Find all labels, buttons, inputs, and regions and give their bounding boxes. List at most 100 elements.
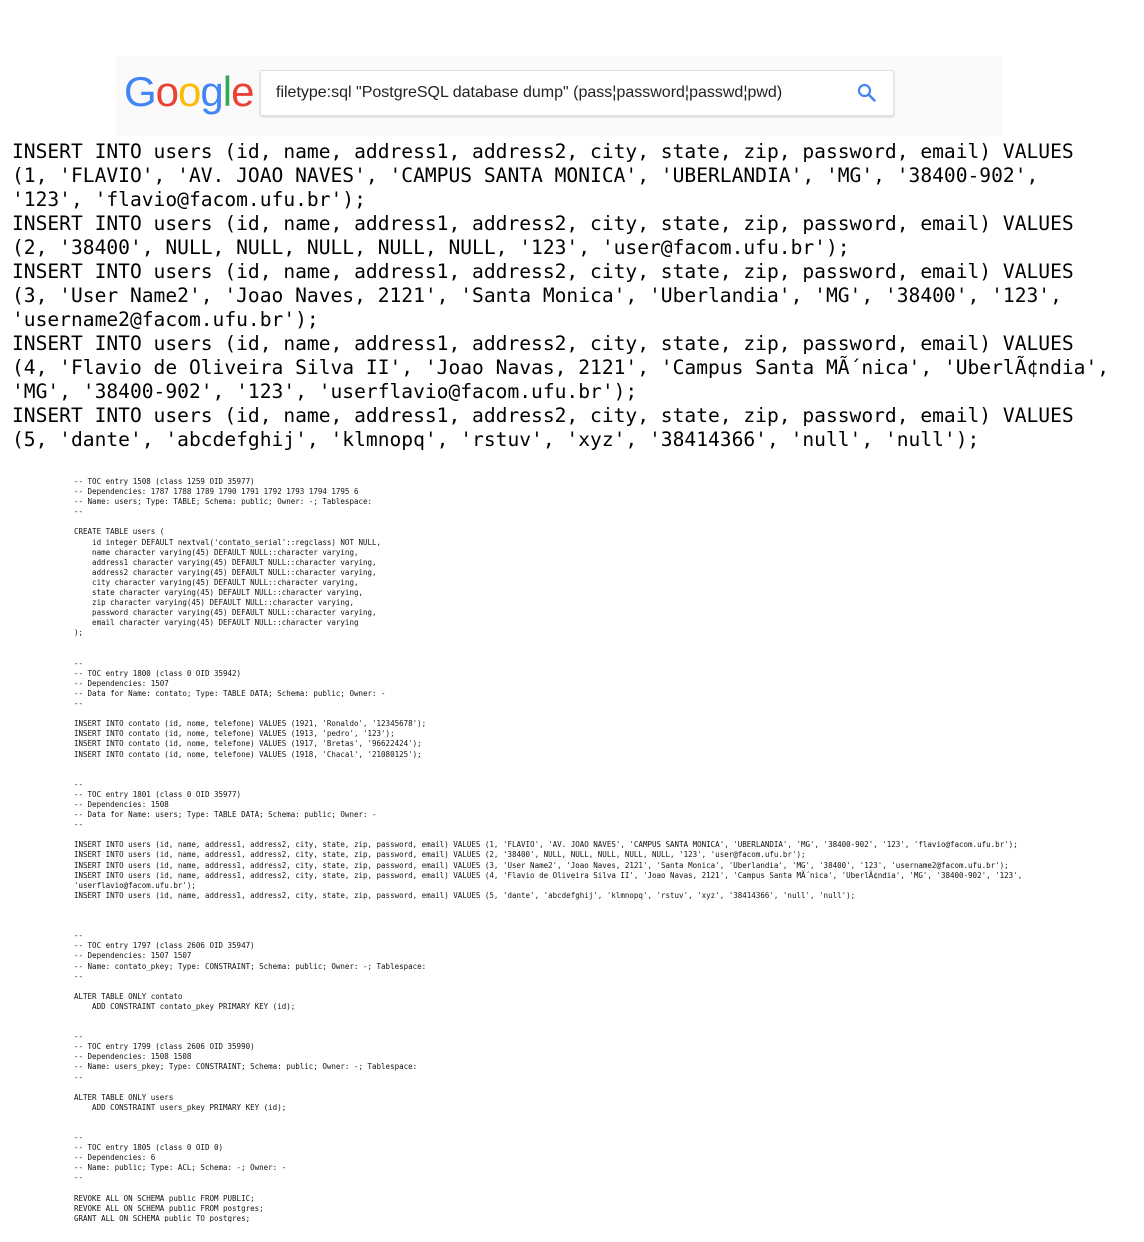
dump-line: INSERT INTO contato (id, nome, telefone)… xyxy=(74,749,422,759)
dump-line: ADD CONSTRAINT contato_pkey PRIMARY KEY … xyxy=(74,1001,296,1011)
dump-line: -- xyxy=(74,1173,84,1183)
dump-line: ALTER TABLE ONLY contato xyxy=(74,991,183,1001)
dump-line: GRANT ALL ON SCHEMA public TO postgres; xyxy=(74,1213,251,1222)
dump-line: -- TOC entry 1801 (class 0 OID 35977) xyxy=(74,789,242,799)
dump-line xyxy=(74,517,1022,527)
dump-line: name character varying(45) DEFAULT NULL:… xyxy=(74,547,359,557)
dump-line: -- Dependencies: 1507 1507 xyxy=(74,951,192,961)
dump-line: id integer DEFAULT nextval('contato_seri… xyxy=(74,537,382,547)
dump-line: -- Dependencies: 1787 1788 1789 1790 179… xyxy=(74,487,359,497)
dump-line xyxy=(74,649,1022,659)
dump-line: -- Dependencies: 1507 xyxy=(74,678,169,688)
dump-line: -- Dependencies: 1508 xyxy=(74,800,169,809)
dump-line: -- TOC entry 1508 (class 1259 OID 35977) xyxy=(74,477,255,486)
dump-line: -- Data for Name: users; Type: TABLE DAT… xyxy=(74,810,377,820)
dump-line: -- xyxy=(74,779,84,789)
dump-line: state character varying(45) DEFAULT NULL… xyxy=(74,588,363,598)
dump-line xyxy=(74,709,1022,719)
dump-line: -- Name: public; Type: ACL; Schema: -; O… xyxy=(74,1163,287,1173)
dump-line: REVOKE ALL ON SCHEMA public FROM postgre… xyxy=(74,1203,264,1213)
dump-line xyxy=(74,830,1022,840)
dump-line: zip character varying(45) DEFAULT NULL::… xyxy=(74,598,354,608)
logo-letter: l xyxy=(222,68,232,115)
dump-line xyxy=(74,901,1022,911)
logo-letter: e xyxy=(231,68,254,115)
logo-letter: G xyxy=(124,68,157,115)
logo-letter: o xyxy=(178,68,201,115)
dump-line: REVOKE ALL ON SCHEMA public FROM PUBLIC; xyxy=(74,1193,255,1203)
dump-line: -- xyxy=(74,1072,84,1082)
dump-line: -- xyxy=(74,699,84,709)
dump-line: ALTER TABLE ONLY users xyxy=(74,1092,174,1102)
dump-line: -- Data for Name: contato; Type: TABLE D… xyxy=(74,688,386,698)
sql-line: (1, 'FLAVIO', 'AV. JOAO NAVES', 'CAMPUS … xyxy=(12,164,1039,187)
sql-line: (4, 'Flavio de Oliveira Silva II', 'Joao… xyxy=(12,356,1110,379)
dump-line: -- xyxy=(74,971,84,981)
dump-line: -- Dependencies: 1508 1508 xyxy=(74,1052,192,1062)
dump-line: ADD CONSTRAINT users_pkey PRIMARY KEY (i… xyxy=(74,1102,287,1112)
dump-line: INSERT INTO users (id, name, address1, a… xyxy=(74,870,1023,880)
logo-letter: o xyxy=(155,68,179,115)
zoomed-sql-inserts: INSERT INTO users (id, name, address1, a… xyxy=(12,140,1109,452)
google-search-bar: Google filetype:sql "PostgreSQL database… xyxy=(116,56,1003,136)
sql-line: 'username2@facom.ufu.br'); xyxy=(12,308,319,331)
dump-line xyxy=(74,760,1022,770)
dump-line: address1 character varying(45) DEFAULT N… xyxy=(74,557,377,567)
dump-line: -- xyxy=(74,931,84,941)
dump-line: INSERT INTO users (id, name, address1, a… xyxy=(74,850,806,860)
dump-line xyxy=(74,982,1022,992)
logo-letter: g xyxy=(200,68,223,115)
dump-line: -- xyxy=(74,1032,84,1042)
dump-line: -- xyxy=(74,658,84,668)
dump-line xyxy=(74,639,1022,649)
dump-line: -- xyxy=(74,507,84,517)
dump-line xyxy=(74,911,1022,921)
dump-line: -- xyxy=(74,1133,84,1143)
dump-line: INSERT INTO users (id, name, address1, a… xyxy=(74,840,1018,850)
sql-line: '123', 'flavio@facom.ufu.br'); xyxy=(12,188,366,211)
dump-line: address2 character varying(45) DEFAULT N… xyxy=(74,567,377,577)
sql-line: 'MG', '38400-902', '123', 'userflavio@fa… xyxy=(12,380,638,403)
dump-line xyxy=(74,1113,1022,1123)
dump-line xyxy=(74,1012,1022,1022)
sql-line: (2, '38400', NULL, NULL, NULL, NULL, NUL… xyxy=(12,236,850,259)
dump-line: INSERT INTO contato (id, nome, telefone)… xyxy=(74,729,395,739)
dump-line: city character varying(45) DEFAULT NULL:… xyxy=(74,577,359,587)
dump-line xyxy=(74,1123,1022,1133)
sql-line: INSERT INTO users (id, name, address1, a… xyxy=(12,332,1074,355)
dump-line xyxy=(74,1184,1022,1194)
dump-line: email character varying(45) DEFAULT NULL… xyxy=(74,618,359,628)
sql-line: (3, 'User Name2', 'Joao Naves, 2121', 'S… xyxy=(12,284,1062,307)
sql-dump-listing: -- TOC entry 1508 (class 1259 OID 35977)… xyxy=(74,477,1022,1222)
dump-line: INSERT INTO users (id, name, address1, a… xyxy=(74,890,856,900)
sql-line: INSERT INTO users (id, name, address1, a… xyxy=(12,260,1074,283)
sql-line: (5, 'dante', 'abcdefghij', 'klmnopq', 'r… xyxy=(12,428,980,451)
dump-line: -- TOC entry 1799 (class 2606 OID 35990) xyxy=(74,1042,255,1052)
dump-line xyxy=(74,1022,1022,1032)
dump-line xyxy=(74,770,1022,780)
search-input[interactable]: filetype:sql "PostgreSQL database dump" … xyxy=(260,70,894,116)
sql-line: INSERT INTO users (id, name, address1, a… xyxy=(12,140,1074,163)
dump-line: INSERT INTO contato (id, nome, telefone)… xyxy=(74,719,427,729)
search-query-text[interactable]: filetype:sql "PostgreSQL database dump" … xyxy=(276,83,836,103)
dump-line: password character varying(45) DEFAULT N… xyxy=(74,608,377,618)
dump-line: -- xyxy=(74,820,84,830)
dump-line: INSERT INTO users (id, name, address1, a… xyxy=(74,860,1009,870)
search-button[interactable] xyxy=(855,81,879,105)
search-icon[interactable] xyxy=(855,81,879,105)
dump-line: -- TOC entry 1797 (class 2606 OID 35947) xyxy=(74,941,255,951)
dump-line: -- Name: users_pkey; Type: CONSTRAINT; S… xyxy=(74,1062,418,1072)
dump-line: INSERT INTO contato (id, nome, telefone)… xyxy=(74,739,422,749)
dump-line xyxy=(74,921,1022,931)
dump-line: -- TOC entry 1805 (class 0 OID 0) xyxy=(74,1143,224,1153)
dump-line: -- Dependencies: 6 xyxy=(74,1153,156,1163)
dump-line: CREATE TABLE users ( xyxy=(74,527,165,537)
dump-line xyxy=(74,1083,1022,1093)
sql-line: INSERT INTO users (id, name, address1, a… xyxy=(12,404,1074,427)
dump-line: -- Name: users; Type: TABLE; Schema: pub… xyxy=(74,497,373,507)
dump-line: -- TOC entry 1800 (class 0 OID 35942) xyxy=(74,668,242,678)
dump-line: 'userflavio@facom.ufu.br'); xyxy=(74,880,196,890)
dump-line: -- Name: contato_pkey; Type: CONSTRAINT;… xyxy=(74,961,427,971)
dump-line: ); xyxy=(74,628,84,638)
google-logo[interactable]: Google xyxy=(124,68,254,115)
